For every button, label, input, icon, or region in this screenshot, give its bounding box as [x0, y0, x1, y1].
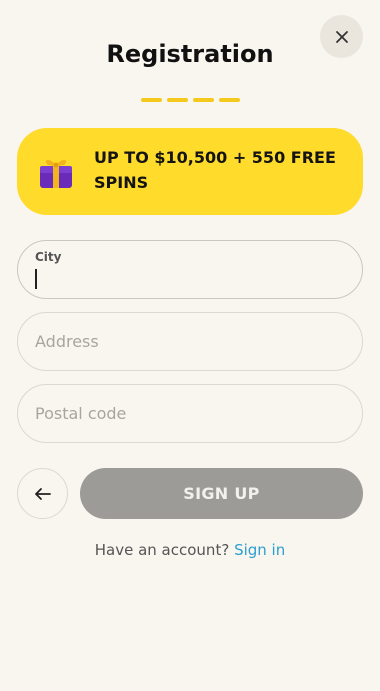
- postal-code-placeholder: Postal code: [35, 404, 127, 423]
- account-prompt: Have an account? Sign in: [0, 541, 380, 559]
- step-bar: [193, 98, 214, 102]
- text-cursor: [35, 269, 37, 289]
- step-bar: [141, 98, 162, 102]
- city-field[interactable]: City: [17, 240, 363, 299]
- step-indicator: [141, 98, 240, 102]
- gift-icon: [40, 159, 72, 188]
- postal-code-field[interactable]: Postal code: [17, 384, 363, 443]
- sign-in-link[interactable]: Sign in: [234, 541, 285, 559]
- page-title: Registration: [106, 40, 274, 68]
- promo-text: UP TO $10,500 + 550 FREE SPINS: [94, 148, 336, 192]
- city-label: City: [35, 250, 62, 264]
- arrow-left-icon: [34, 487, 51, 500]
- step-bar: [167, 98, 188, 102]
- promo-banner: UP TO $10,500 + 550 FREE SPINS: [17, 128, 363, 215]
- back-button[interactable]: [17, 468, 68, 519]
- account-prompt-text: Have an account?: [94, 541, 230, 559]
- sign-up-button[interactable]: SIGN UP: [80, 468, 363, 519]
- address-field[interactable]: Address: [17, 312, 363, 371]
- step-bar: [219, 98, 240, 102]
- address-placeholder: Address: [35, 332, 99, 351]
